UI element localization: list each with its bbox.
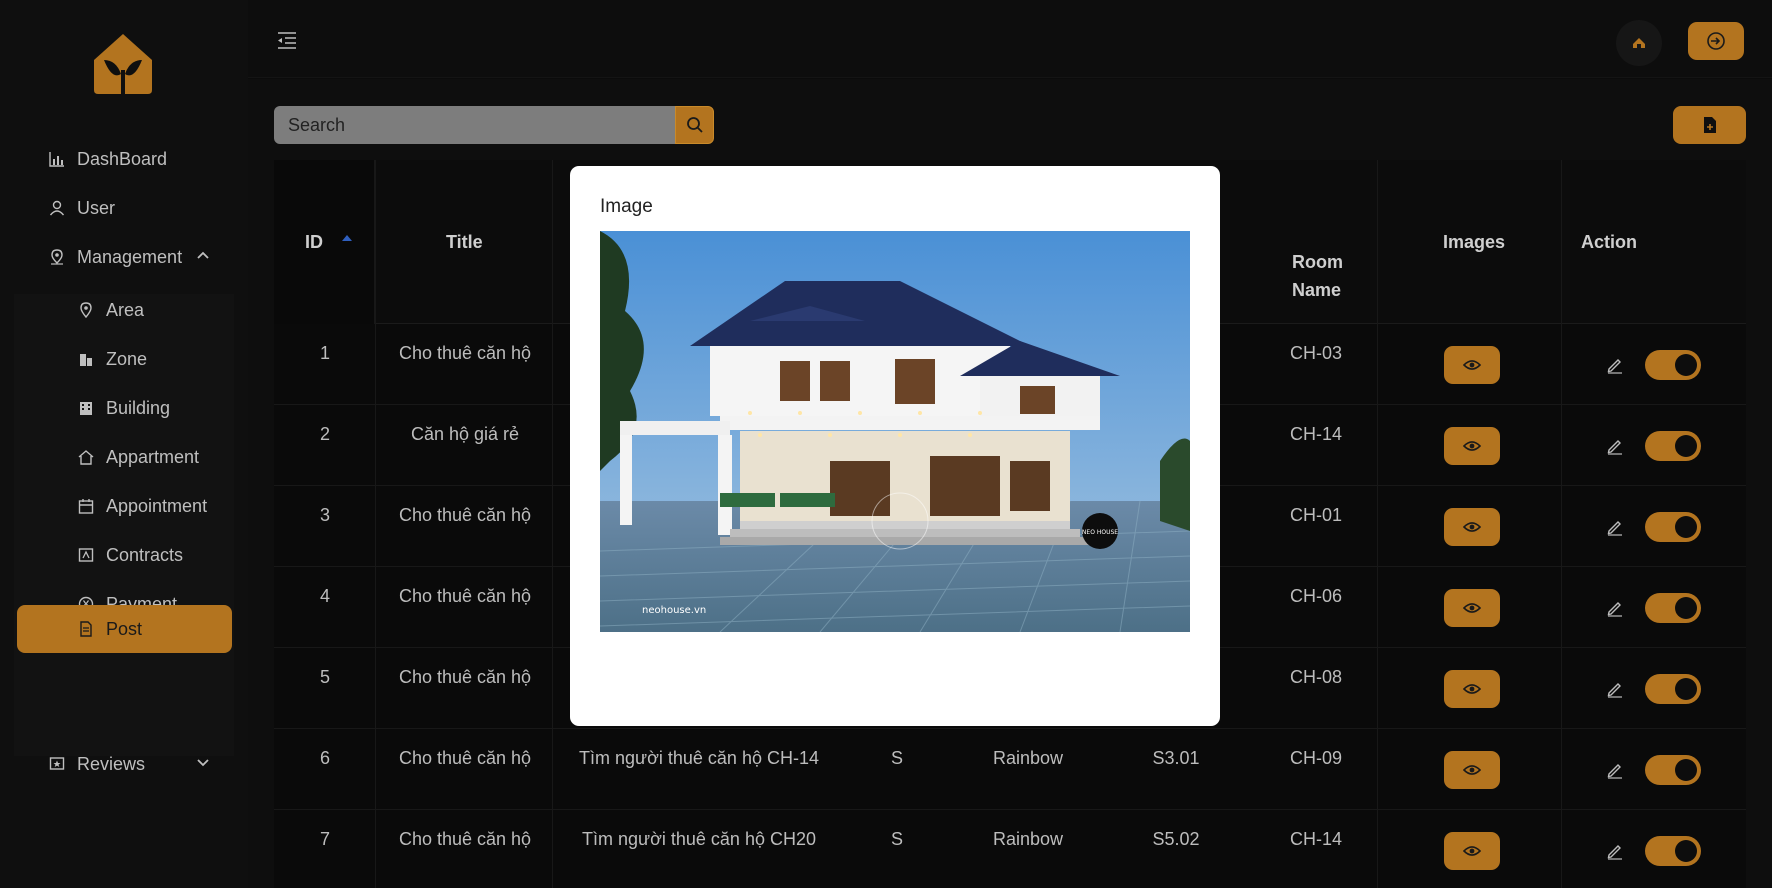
- modal-title: Image: [600, 196, 653, 217]
- image-modal: Image NEO HOUSE neohouse.vn: [570, 166, 1220, 726]
- badge-text: NEO HOUSE: [1082, 529, 1118, 536]
- house-image: NEO HOUSE neohouse.vn: [600, 231, 1190, 632]
- app-root: DashBoard User Management Area Zone Buil…: [0, 0, 1772, 888]
- house-illustration: NEO HOUSE neohouse.vn: [600, 231, 1190, 632]
- watermark-text: neohouse.vn: [642, 605, 706, 616]
